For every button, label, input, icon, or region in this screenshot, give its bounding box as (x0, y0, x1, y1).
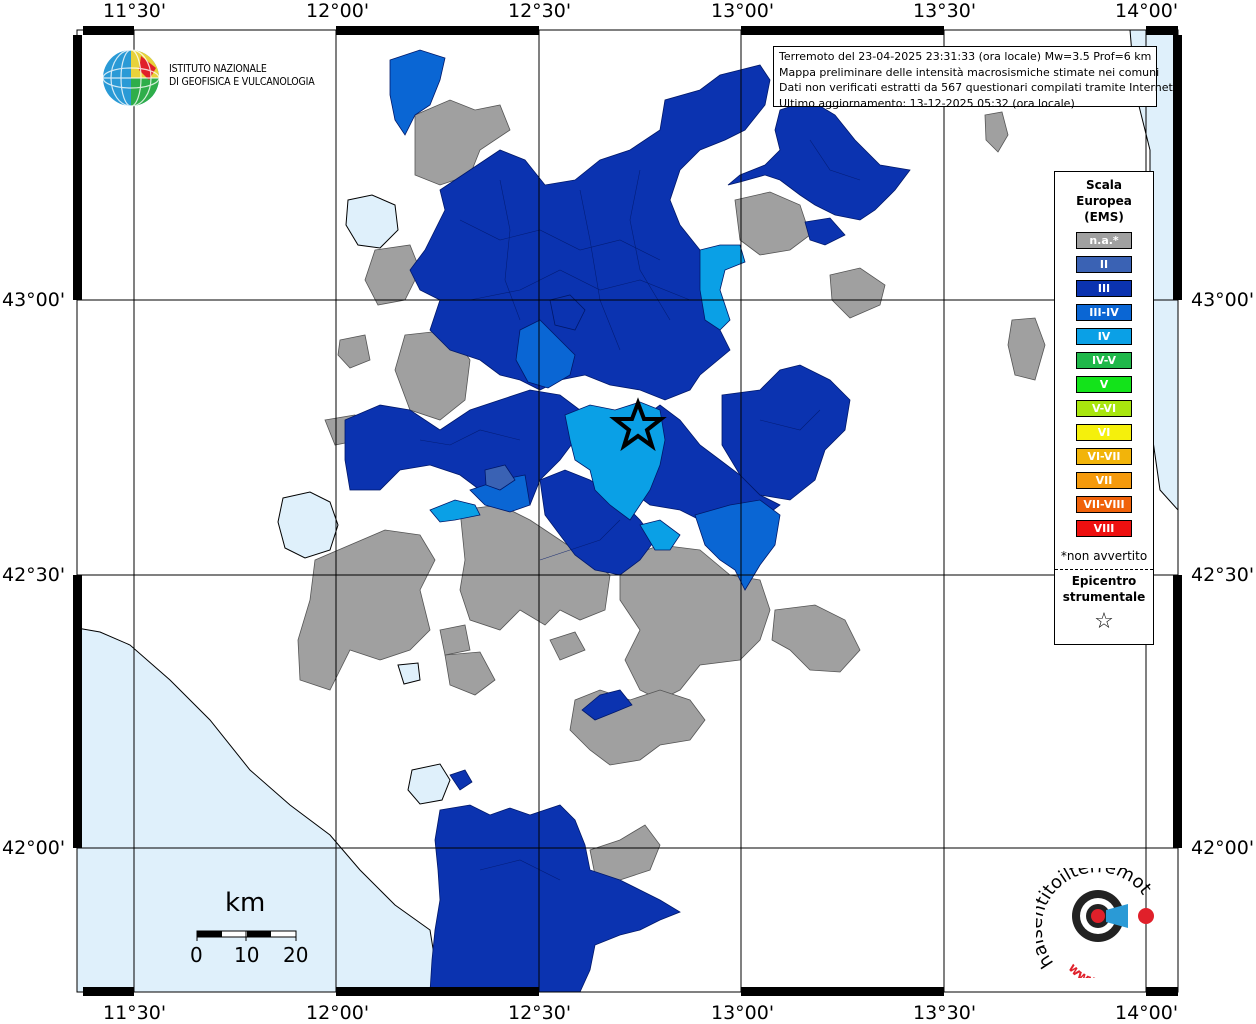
legend-swatch: IV-V (1076, 352, 1132, 369)
scale-tick: 20 (283, 943, 309, 967)
lat-label-left: 42°30' (2, 564, 66, 586)
legend-swatch: III (1076, 280, 1132, 297)
lake-bolsena (277, 491, 339, 559)
ingv-name-line2: DI GEOFISICA E VULCANOLOGIA (169, 76, 315, 88)
event-info-line: Mappa preliminare delle intensità macros… (779, 65, 1160, 79)
ingv-name-line1: ISTITUTO NAZIONALE (169, 63, 267, 75)
legend-swatch: V-VI (1076, 400, 1132, 417)
legend-swatch: n.a.* (1076, 232, 1132, 249)
ingv-name: ISTITUTO NAZIONALE DI GEOFISICA E VULCAN… (169, 63, 315, 89)
legend-swatch: VI-VII (1076, 448, 1132, 465)
lon-label-bottom: 12°00' (306, 1002, 370, 1024)
legend-swatch: VI (1076, 424, 1132, 441)
event-info-box: Terremoto del 23-04-2025 23:31:33 (ora l… (773, 46, 1177, 110)
legend-title-line: Europea (1076, 194, 1132, 208)
event-info-line: Dati non verificati estratti da 567 ques… (779, 81, 1177, 94)
lat-label-left: 43°00' (2, 289, 66, 311)
lon-label-top: 12°00' (306, 0, 370, 22)
legend-items: n.a.* II III III-IV IV IV-V V V-VI VI VI-VII VII VI… (1055, 232, 1153, 537)
lon-label-top: 14°00' (1115, 0, 1179, 22)
lat-label-left: 42°00' (2, 837, 66, 859)
lat-label-right: 42°30' (1191, 564, 1255, 586)
star-icon: ☆ (1094, 609, 1114, 634)
lon-label-bottom: 11°30' (103, 1002, 167, 1024)
legend-swatch: VII (1076, 472, 1132, 489)
scale-unit: km (225, 888, 266, 918)
ems-legend: Scala Europea (EMS) n.a.* II III III-IV IV IV… (1054, 171, 1154, 645)
legend-title-line: Scala (1085, 178, 1123, 192)
lon-label-top: 13°30' (913, 0, 977, 22)
lon-label-top: 13°00' (711, 0, 775, 22)
legend-swatch: VIII (1076, 520, 1132, 537)
legend-swatch: VII-VIII (1076, 496, 1132, 513)
legend-separator (1055, 569, 1153, 570)
legend-title: Scala Europea (EMS) (1055, 177, 1153, 225)
lon-label-top: 11°30' (103, 0, 167, 22)
legend-title-line: (EMS) (1084, 210, 1124, 224)
legend-swatch: II (1076, 256, 1132, 273)
legend-swatch: IV (1076, 328, 1132, 345)
scale-tick: 10 (234, 943, 260, 967)
lon-label-bottom: 12°30' (508, 1002, 572, 1024)
lon-label-bottom: 13°30' (913, 1002, 977, 1024)
event-info-line: Ultimo aggiornamento: 13-12-2025 05:32 (… (779, 96, 1075, 110)
legend-epicenter-label: Epicentro strumentale (1055, 573, 1153, 605)
haisentito-prefix: www. (1065, 961, 1103, 990)
legend-note: *non avvertito (1060, 549, 1148, 563)
svg-text:www.: www. (1065, 961, 1103, 978)
lon-label-bottom: 13°00' (711, 1002, 775, 1024)
lon-label-top: 12°30' (508, 0, 572, 22)
lat-label-right: 43°00' (1191, 289, 1255, 311)
ingv-globe-icon (101, 48, 161, 112)
haisentito-logo: haisentitoilterremoto.it www. (1025, 852, 1161, 990)
legend-swatch: III-IV (1076, 304, 1132, 321)
legend-swatch: V (1076, 376, 1132, 393)
legend-epicenter-line: strumentale (1062, 590, 1146, 604)
event-info-line: Terremoto del 23-04-2025 23:31:33 (ora l… (779, 50, 1152, 63)
scale-tick: 0 (190, 943, 203, 967)
legend-epicenter-line: Epicentro (1071, 574, 1137, 588)
lon-label-bottom: 14°00' (1115, 1002, 1179, 1024)
lat-label-right: 42°00' (1191, 837, 1255, 859)
